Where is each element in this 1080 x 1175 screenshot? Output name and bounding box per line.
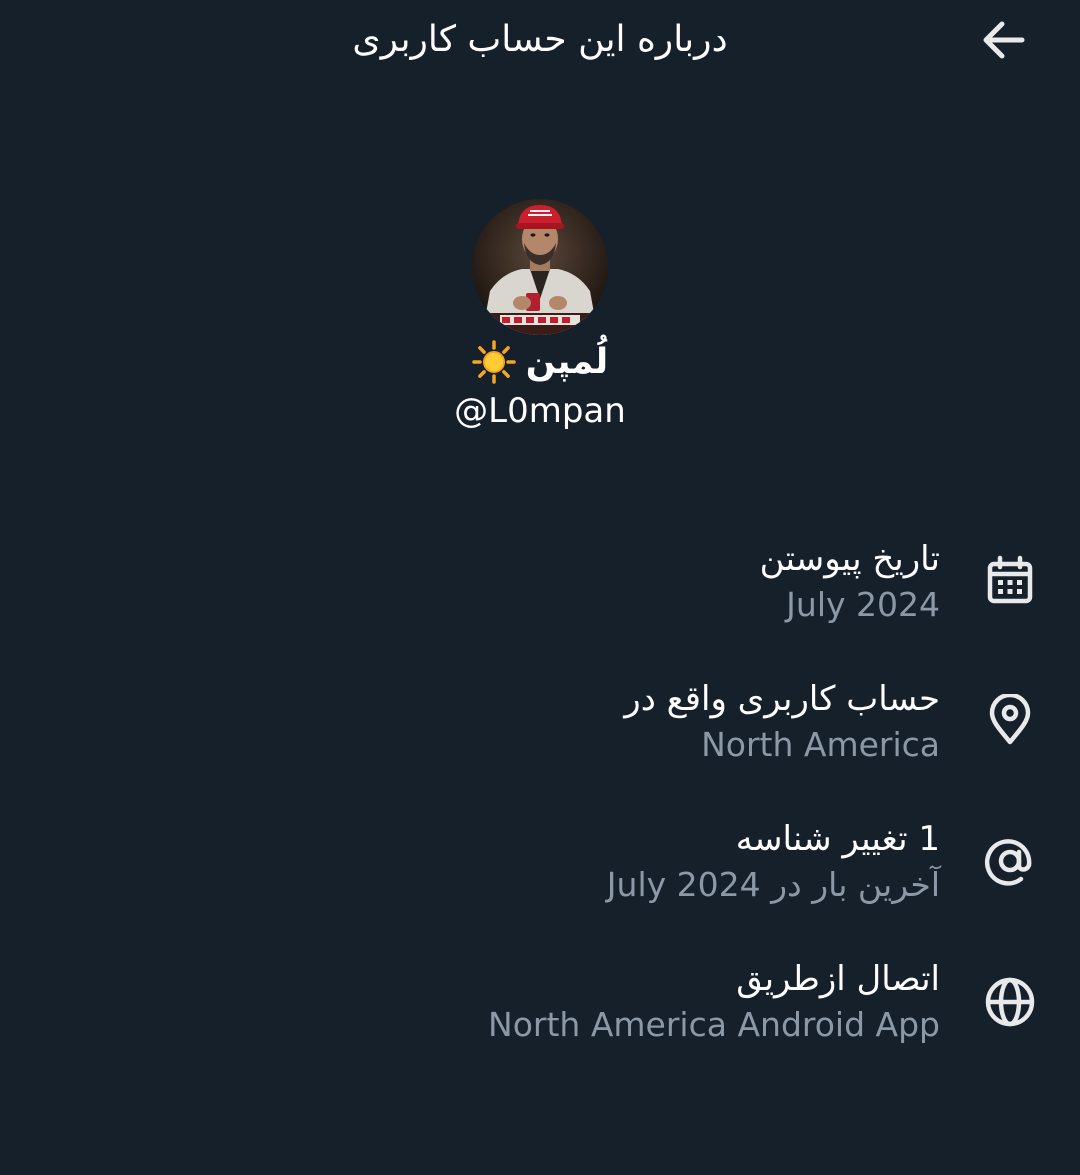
sun-emoji-icon — [472, 340, 516, 384]
at-sign-icon — [980, 831, 1040, 891]
location-title: حساب کاربری واقع در — [624, 679, 940, 719]
page-title: درباره این حساب کاربری — [352, 19, 728, 60]
info-row-connected-via: اتصال ازطریق North America Android App — [140, 956, 940, 1048]
location-pin-icon — [980, 690, 1040, 750]
avatar-image — [472, 199, 608, 335]
info-row-location: حساب کاربری واقع در North America — [140, 676, 940, 768]
back-button[interactable] — [972, 14, 1032, 66]
joined-title: تاریخ پیوستن — [759, 539, 940, 579]
username-changes-prefix: آخرین بار در — [771, 865, 940, 904]
calendar-icon — [980, 551, 1040, 611]
joined-value: July 2024 — [786, 585, 940, 624]
display-name-row: لُمپن — [0, 335, 1080, 389]
display-name: لُمپن — [525, 342, 609, 382]
username-changes-date: July 2024 — [606, 865, 761, 904]
avatar[interactable] — [472, 199, 608, 335]
info-row-joined: تاریخ پیوستن July 2024 — [140, 536, 940, 628]
connected-via-value: North America Android App — [488, 1005, 940, 1044]
back-arrow-icon — [983, 21, 1025, 59]
username-changes-title: 1 تغییر شناسه — [735, 819, 940, 859]
info-row-username-changes: 1 تغییر شناسه July 2024 آخرین بار در — [140, 816, 940, 908]
username-changes-value: July 2024 آخرین بار در — [140, 862, 940, 908]
location-value: North America — [701, 725, 940, 764]
globe-icon — [980, 972, 1040, 1032]
connected-via-title: اتصال ازطریق — [736, 959, 940, 999]
user-handle: @L0mpan — [454, 391, 626, 431]
